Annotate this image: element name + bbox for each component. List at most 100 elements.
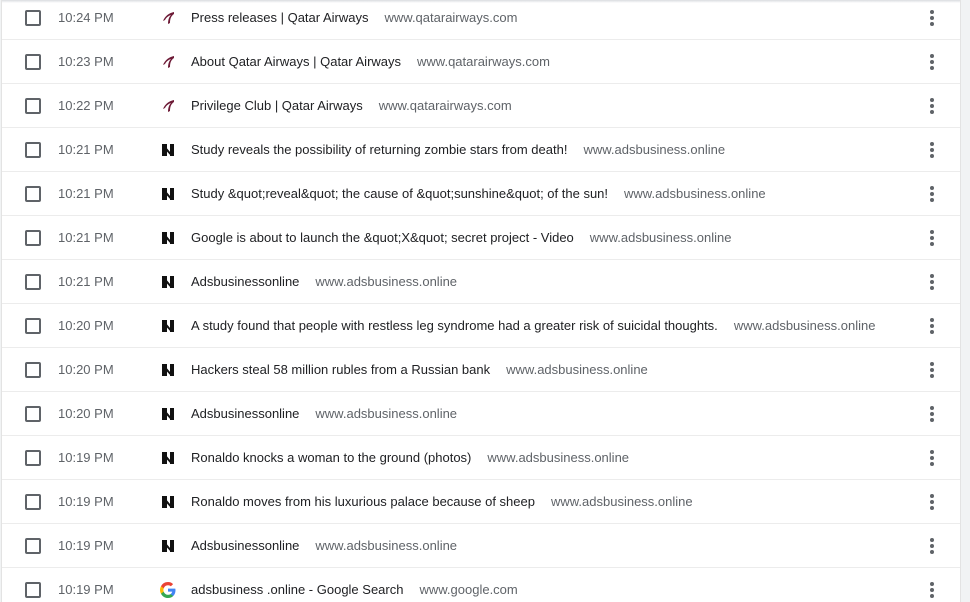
adsbusiness-icon [160,406,176,422]
history-row[interactable]: 10:23 PM About Qatar Airways | Qatar Air… [2,40,960,84]
visit-time: 10:22 PM [58,98,114,113]
qatar-airways-icon [160,54,176,70]
history-row[interactable]: 10:20 PM Adsbusinessonline www.adsbusine… [2,392,960,436]
history-row[interactable]: 10:20 PM A study found that people with … [2,304,960,348]
more-actions-icon[interactable] [920,182,944,206]
visit-time: 10:20 PM [58,406,114,421]
history-row[interactable]: 10:19 PM Adsbusinessonline www.adsbusine… [2,524,960,568]
select-checkbox[interactable] [25,273,41,290]
more-actions-icon[interactable] [920,226,944,250]
adsbusiness-icon [160,274,176,290]
history-entry-link[interactable]: Press releases | Qatar Airways www.qatar… [191,0,517,39]
history-entry-link[interactable]: Google is about to launch the &quot;X&qu… [191,216,731,259]
history-row[interactable]: 10:22 PM Privilege Club | Qatar Airways … [2,84,960,128]
select-checkbox[interactable] [25,405,41,422]
select-checkbox[interactable] [25,229,41,246]
page-domain: www.qatarairways.com [417,54,550,69]
more-actions-icon[interactable] [920,446,944,470]
select-checkbox[interactable] [25,9,41,26]
visit-time: 10:19 PM [58,538,114,553]
more-actions-icon[interactable] [920,358,944,382]
page-title: A study found that people with restless … [191,318,718,333]
select-checkbox[interactable] [25,317,41,334]
history-entry-link[interactable]: Ronaldo knocks a woman to the ground (ph… [191,436,629,479]
adsbusiness-icon [160,230,176,246]
history-entry-link[interactable]: Ronaldo moves from his luxurious palace … [191,480,693,523]
qatar-airways-icon [160,98,176,114]
google-icon [160,581,176,598]
adsbusiness-icon [160,186,176,202]
more-actions-icon[interactable] [920,490,944,514]
page-title: About Qatar Airways | Qatar Airways [191,54,402,69]
page-domain: www.adsbusiness.online [550,494,693,509]
visit-time: 10:23 PM [58,54,114,69]
visit-time: 10:20 PM [58,318,114,333]
select-checkbox[interactable] [25,361,41,378]
history-row[interactable]: 10:21 PM Google is about to launch the &… [2,216,960,260]
history-entry-link[interactable]: Study &quot;reveal&quot; the cause of &q… [191,172,766,215]
select-checkbox[interactable] [25,537,41,554]
select-checkbox[interactable] [25,581,41,598]
visit-time: 10:19 PM [58,582,114,597]
history-entry-link[interactable]: adsbusiness .online - Google Search www.… [191,568,518,602]
history-entry-link[interactable]: Adsbusinessonline www.adsbusiness.online [191,392,457,435]
history-row[interactable]: 10:19 PM Ronaldo moves from his luxuriou… [2,480,960,524]
history-entry-link[interactable]: Adsbusinessonline www.adsbusiness.online [191,524,457,567]
page-domain: www.adsbusiness.online [583,142,726,157]
page-title: Ronaldo moves from his luxurious palace … [191,494,535,509]
page-domain: www.adsbusiness.online [487,450,630,465]
page-title: Adsbusinessonline [191,406,300,421]
adsbusiness-icon [160,318,176,334]
more-actions-icon[interactable] [920,578,944,602]
history-entry-link[interactable]: Study reveals the possibility of returni… [191,128,725,171]
select-checkbox[interactable] [25,53,41,70]
visit-time: 10:24 PM [58,10,114,25]
more-actions-icon[interactable] [920,6,944,30]
history-entry-link[interactable]: A study found that people with restless … [191,304,875,347]
adsbusiness-icon [160,142,176,158]
more-actions-icon[interactable] [920,50,944,74]
adsbusiness-icon [160,450,176,466]
visit-time: 10:20 PM [58,362,114,377]
page-domain: www.adsbusiness.online [624,186,766,201]
visit-time: 10:19 PM [58,494,114,509]
page-title: Google is about to launch the &quot;X&qu… [191,230,574,245]
scrollbar-track[interactable] [962,0,970,602]
history-row[interactable]: 10:21 PM Adsbusinessonline www.adsbusine… [2,260,960,304]
more-actions-icon[interactable] [920,270,944,294]
more-actions-icon[interactable] [920,138,944,162]
history-row[interactable]: 10:19 PM Ronaldo knocks a woman to the g… [2,436,960,480]
page-title: Study &quot;reveal&quot; the cause of &q… [191,186,609,201]
more-actions-icon[interactable] [920,314,944,338]
select-checkbox[interactable] [25,185,41,202]
history-entry-link[interactable]: About Qatar Airways | Qatar Airways www.… [191,40,550,83]
more-actions-icon[interactable] [920,534,944,558]
history-row[interactable]: 10:21 PM Study &quot;reveal&quot; the ca… [2,172,960,216]
visit-time: 10:21 PM [58,230,114,245]
history-row[interactable]: 10:24 PM Press releases | Qatar Airways … [2,0,960,40]
select-checkbox[interactable] [25,449,41,466]
page-title: Privilege Club | Qatar Airways [191,98,363,113]
history-row[interactable]: 10:19 PM adsbusiness .online - Google Se… [2,568,960,602]
adsbusiness-icon [160,362,176,378]
more-actions-icon[interactable] [920,402,944,426]
select-checkbox[interactable] [25,97,41,114]
page-domain: www.adsbusiness.online [589,230,732,245]
select-checkbox[interactable] [25,493,41,510]
page-domain: www.adsbusiness.online [506,362,648,377]
visit-time: 10:21 PM [58,274,114,289]
page-title: adsbusiness .online - Google Search [191,582,404,597]
history-entry-link[interactable]: Adsbusinessonline www.adsbusiness.online [191,260,457,303]
history-entry-link[interactable]: Privilege Club | Qatar Airways www.qatar… [191,84,512,127]
page-domain: www.qatarairways.com [378,98,512,113]
more-actions-icon[interactable] [920,94,944,118]
select-checkbox[interactable] [25,141,41,158]
page-domain: www.qatarairways.com [384,10,518,25]
history-row[interactable]: 10:20 PM Hackers steal 58 million rubles… [2,348,960,392]
adsbusiness-icon [160,538,176,554]
page-title: Adsbusinessonline [191,274,300,289]
history-row[interactable]: 10:21 PM Study reveals the possibility o… [2,128,960,172]
visit-time: 10:19 PM [58,450,114,465]
page-title: Ronaldo knocks a woman to the ground (ph… [191,450,472,465]
history-entry-link[interactable]: Hackers steal 58 million rubles from a R… [191,348,648,391]
